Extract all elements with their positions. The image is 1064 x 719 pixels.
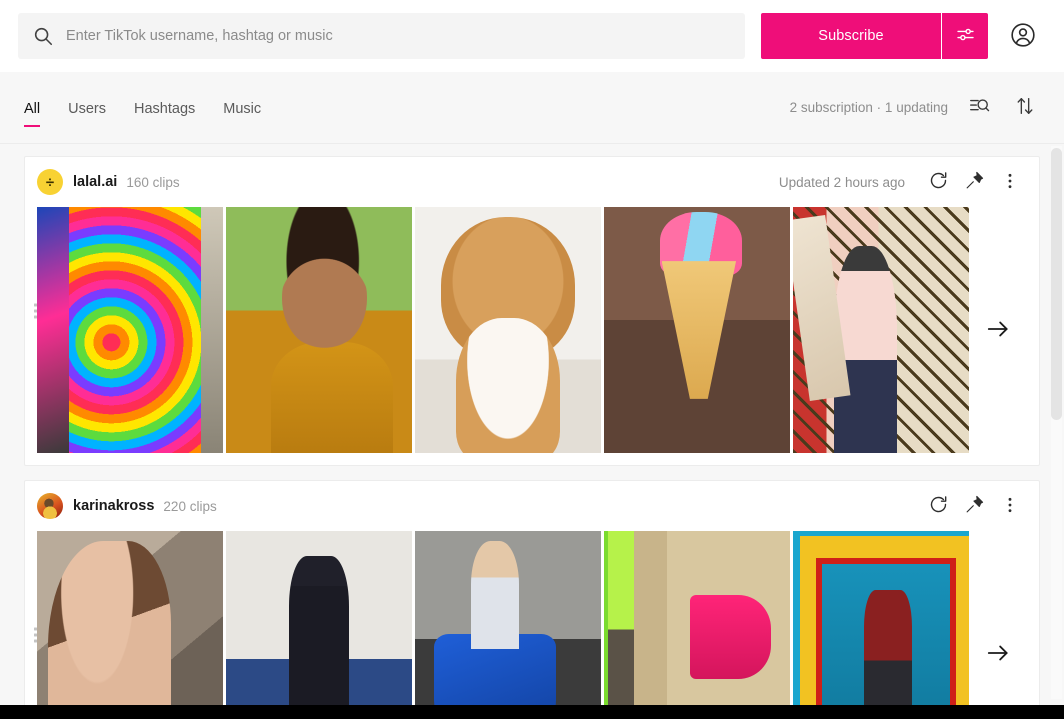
account-name[interactable]: karinakross xyxy=(73,498,154,514)
video-thumbnail[interactable] xyxy=(37,207,223,453)
updated-timestamp: Updated 2 hours ago xyxy=(778,174,905,190)
subscription-status: 2 subscription · 1 updating xyxy=(789,100,948,115)
video-thumbnail[interactable] xyxy=(415,531,601,719)
card-header-actions xyxy=(905,491,1025,521)
video-thumbnail[interactable] xyxy=(415,207,601,453)
tab-hashtags[interactable]: Hashtags xyxy=(134,72,195,143)
video-thumbnail[interactable] xyxy=(604,207,790,453)
pin-button[interactable] xyxy=(959,167,989,197)
next-clips-button[interactable] xyxy=(969,531,1027,719)
tab-bar: All Users Hashtags Music 2 subscription … xyxy=(0,72,1064,144)
search-field-wrapper[interactable] xyxy=(18,13,745,59)
tab-all-label: All xyxy=(24,100,41,117)
refresh-icon xyxy=(928,170,949,194)
avatar[interactable]: ÷ xyxy=(37,169,63,195)
more-options-button[interactable] xyxy=(995,167,1025,197)
tab-users[interactable]: Users xyxy=(68,72,106,143)
tab-users-label: Users xyxy=(68,100,106,117)
card-body xyxy=(25,207,1039,465)
subscribe-button[interactable]: Subscribe xyxy=(761,13,941,59)
next-clips-button[interactable] xyxy=(969,207,1027,453)
video-thumbnail[interactable] xyxy=(793,531,969,719)
subscribe-group: Subscribe xyxy=(761,13,988,59)
pin-icon xyxy=(964,494,985,518)
card-body xyxy=(25,531,1039,719)
more-vertical-icon xyxy=(1000,495,1020,518)
arrow-right-icon xyxy=(985,316,1011,345)
video-thumbnail[interactable] xyxy=(226,531,412,719)
more-vertical-icon xyxy=(1000,171,1020,194)
avatar[interactable] xyxy=(37,493,63,519)
bottom-bar xyxy=(0,705,1064,719)
subscription-card: ÷ lalal.ai 160 clips Updated 2 hours ago xyxy=(24,156,1040,466)
top-bar: Subscribe xyxy=(0,0,1064,72)
refresh-icon xyxy=(928,494,949,518)
filter-search-button[interactable] xyxy=(964,93,994,123)
pin-icon xyxy=(964,170,985,194)
sliders-icon xyxy=(955,24,976,48)
account-circle-icon xyxy=(1010,22,1036,51)
avatar-glyph: ÷ xyxy=(45,173,55,191)
video-thumbnail[interactable] xyxy=(604,531,790,719)
video-thumbnail[interactable] xyxy=(793,207,969,453)
tab-all[interactable]: All xyxy=(24,72,41,143)
subscribe-divider xyxy=(941,13,942,59)
tab-music-label: Music xyxy=(223,100,262,117)
vertical-scrollbar-thumb[interactable] xyxy=(1051,148,1062,420)
filter-search-icon xyxy=(968,95,990,120)
sort-button[interactable] xyxy=(1010,93,1040,123)
subscription-card: karinakross 220 clips xyxy=(24,480,1040,719)
clip-count: 220 clips xyxy=(163,498,217,514)
search-input[interactable] xyxy=(66,28,731,44)
thumbnail-strip[interactable] xyxy=(37,531,969,719)
card-header: ÷ lalal.ai 160 clips Updated 2 hours ago xyxy=(25,157,1039,207)
account-button[interactable] xyxy=(1000,13,1046,59)
card-header: karinakross 220 clips xyxy=(25,481,1039,531)
refresh-button[interactable] xyxy=(923,167,953,197)
subscription-list[interactable]: ÷ lalal.ai 160 clips Updated 2 hours ago xyxy=(0,144,1064,719)
more-options-button[interactable] xyxy=(995,491,1025,521)
refresh-button[interactable] xyxy=(923,491,953,521)
pin-button[interactable] xyxy=(959,491,989,521)
arrow-right-icon xyxy=(985,640,1011,669)
search-icon xyxy=(32,25,54,47)
thumbnail-strip[interactable] xyxy=(37,207,969,453)
subscribe-settings-button[interactable] xyxy=(942,13,988,59)
tab-hashtags-label: Hashtags xyxy=(134,100,196,117)
sort-arrows-icon xyxy=(1014,95,1036,120)
tab-bar-actions: 2 subscription · 1 updating xyxy=(790,93,1040,123)
card-header-actions: Updated 2 hours ago xyxy=(779,167,1025,197)
video-thumbnail[interactable] xyxy=(226,207,412,453)
tab-list: All Users Hashtags Music xyxy=(24,72,261,143)
tab-music[interactable]: Music xyxy=(223,72,261,143)
account-name[interactable]: lalal.ai xyxy=(73,174,117,190)
clip-count: 160 clips xyxy=(126,174,180,190)
video-thumbnail[interactable] xyxy=(37,531,223,719)
